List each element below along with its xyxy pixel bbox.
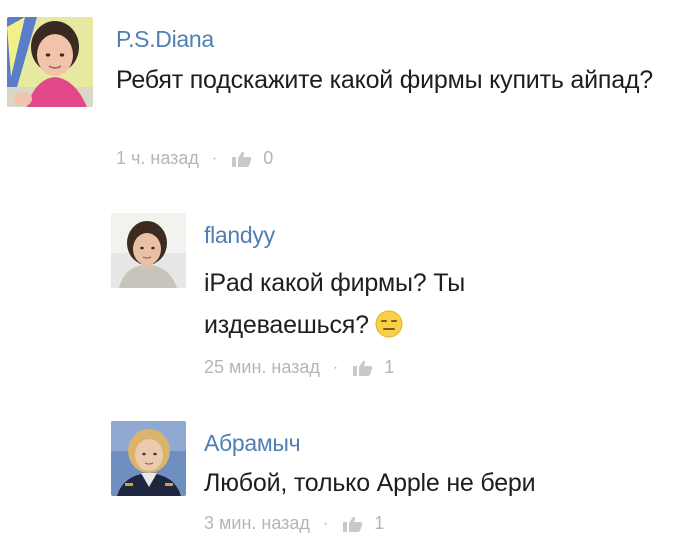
user-avatar-girl-dark-hair-icon xyxy=(111,213,186,288)
user-avatar-blonde-uniform-icon xyxy=(111,421,186,496)
like-thumb-icon[interactable] xyxy=(231,150,253,168)
comment-time: 25 мин. назад xyxy=(204,357,320,377)
comment-text: Любой, только Apple не бери xyxy=(204,463,674,504)
separator-dot: · xyxy=(211,149,218,167)
comment-1: P.S.Diana Ребят подскажите какой фирмы к… xyxy=(0,0,700,190)
expressionless-emoji-icon xyxy=(375,310,403,338)
comment-meta: 3 мин. назад · 1 xyxy=(204,513,384,534)
like-thumb-icon[interactable] xyxy=(342,515,364,533)
like-count: 1 xyxy=(384,357,395,377)
comment-text-body: iPad какой фирмы? Ты издеваешься? xyxy=(204,269,465,339)
comment-author[interactable]: flandyy xyxy=(204,222,275,249)
comment-3: Абрамыч Любой, только Apple не бери 3 ми… xyxy=(0,400,700,545)
avatar[interactable] xyxy=(111,213,186,288)
comment-time: 3 мин. назад xyxy=(204,513,310,533)
like-count: 0 xyxy=(263,148,274,168)
comment-meta: 25 мин. назад · 1 xyxy=(204,357,394,378)
separator-dot: · xyxy=(322,514,329,532)
comment-author[interactable]: P.S.Diana xyxy=(116,26,214,53)
comment-text: Ребят подскажите какой фирмы купить айпа… xyxy=(116,60,676,101)
comment-text-body: Любой, только Apple не бери xyxy=(204,469,536,497)
avatar[interactable] xyxy=(7,17,93,107)
like-count: 1 xyxy=(374,513,385,533)
comment-2: flandyy iPad какой фирмы? Ты издеваешься… xyxy=(0,190,700,390)
comment-time: 1 ч. назад xyxy=(116,148,199,168)
comment-meta: 1 ч. назад · 0 xyxy=(116,148,273,169)
comment-text: iPad какой фирмы? Ты издеваешься? xyxy=(204,262,534,346)
avatar[interactable] xyxy=(111,421,186,496)
comment-text-body: Ребят подскажите какой фирмы купить айпа… xyxy=(116,66,653,94)
comment-author[interactable]: Абрамыч xyxy=(204,430,301,457)
like-thumb-icon[interactable] xyxy=(352,359,374,377)
user-avatar-girl-pink-shirt-icon xyxy=(7,17,93,107)
separator-dot: · xyxy=(332,358,339,376)
